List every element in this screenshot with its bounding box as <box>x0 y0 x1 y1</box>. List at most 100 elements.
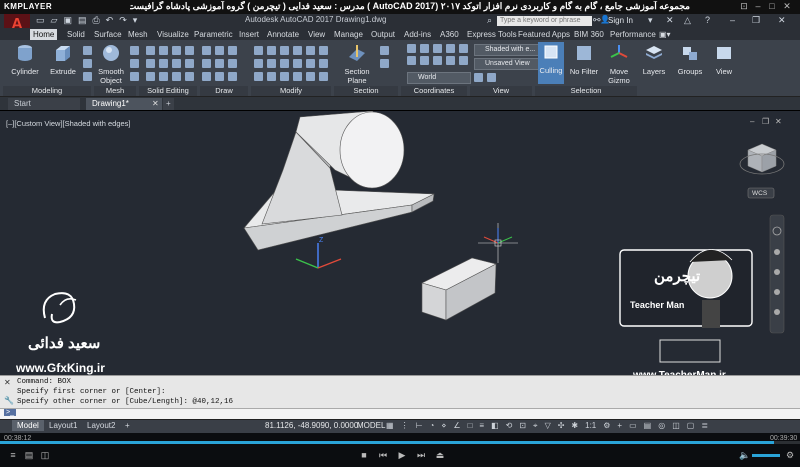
isolate-objects-icon[interactable]: ◎ <box>658 421 665 431</box>
a360-icon[interactable]: △ <box>684 15 691 26</box>
undo-icon[interactable]: ↶ <box>106 15 114 27</box>
exchange-icon[interactable]: ✕ <box>666 15 674 26</box>
pan-icon[interactable] <box>774 249 780 255</box>
zoom-icon[interactable] <box>774 269 780 275</box>
polysolid-icon[interactable] <box>83 46 92 55</box>
align-icon[interactable] <box>254 72 263 81</box>
close-icon[interactable]: ✕ <box>781 1 793 12</box>
layers-button[interactable]: Layers <box>640 43 668 76</box>
ribbon-minimize-icon[interactable]: ▣▾ <box>656 29 674 40</box>
maximize-icon[interactable]: □ <box>766 1 778 12</box>
smooth-object-button[interactable]: Smooth Object <box>96 43 126 85</box>
tab-express-tools[interactable]: Express Tools <box>464 29 520 40</box>
line-icon[interactable] <box>202 46 211 55</box>
polar-toggle-icon[interactable]: ◔ <box>430 421 435 431</box>
ucs-3point-icon[interactable] <box>446 44 455 53</box>
pin-icon[interactable]: ⊡ <box>738 1 750 12</box>
stretch-icon[interactable] <box>280 59 289 68</box>
erase-icon[interactable] <box>319 59 328 68</box>
culling-button[interactable]: Culling <box>538 42 564 84</box>
ucs-z-icon[interactable] <box>459 56 468 65</box>
player-stop-icon[interactable]: ■ <box>357 449 371 461</box>
viewport-minimize-icon[interactable]: – <box>750 117 754 126</box>
mesh-smooth-less-icon[interactable] <box>130 59 139 68</box>
ellipse-icon[interactable] <box>228 59 237 68</box>
presspull-icon[interactable] <box>83 59 92 68</box>
snap-toggle-icon[interactable]: ⋮ <box>401 421 409 431</box>
polygon-icon[interactable] <box>202 72 211 81</box>
panel-label-modify[interactable]: Modify <box>251 86 331 96</box>
tab-parametric[interactable]: Parametric <box>191 29 236 40</box>
command-close-icon[interactable]: ✕ <box>4 378 11 387</box>
file-tab-drawing1[interactable]: Drawing1* <box>86 98 162 110</box>
render-icon[interactable] <box>487 73 496 82</box>
3d-array-icon[interactable] <box>306 72 315 81</box>
copy-icon[interactable] <box>254 59 263 68</box>
tab-home[interactable]: Home <box>30 29 58 40</box>
help-icon[interactable]: ? <box>705 15 710 25</box>
spline-icon[interactable] <box>228 72 237 81</box>
slice-icon[interactable] <box>159 46 168 55</box>
tab-performance[interactable]: Performance <box>607 29 659 40</box>
array-icon[interactable] <box>293 59 302 68</box>
section-icon[interactable] <box>380 46 389 55</box>
visual-style-dropdown[interactable]: Shaded with e... <box>474 44 546 56</box>
mesh-smooth-more-icon[interactable] <box>130 46 139 55</box>
arc-icon[interactable] <box>202 59 211 68</box>
acad-restore-icon[interactable]: ❐ <box>752 15 760 26</box>
hardware-acceleration-icon[interactable]: ◫ <box>672 421 680 431</box>
ucs-object-icon[interactable] <box>459 44 468 53</box>
selection-filter-icon[interactable]: ▽ <box>545 421 551 431</box>
redo-icon[interactable]: ↷ <box>119 15 127 27</box>
shell-icon[interactable] <box>185 72 194 81</box>
signin-dropdown-icon[interactable]: ▾ <box>648 15 653 26</box>
lineweight-icon[interactable]: ≡ <box>479 421 484 431</box>
player-3d-icon[interactable]: ◫ <box>38 449 52 461</box>
layout-tab-add[interactable]: + <box>120 420 135 431</box>
annotation-monitor-icon[interactable]: + <box>617 421 622 431</box>
new-icon[interactable]: ▭ <box>36 15 45 27</box>
tab-surface[interactable]: Surface <box>91 29 125 40</box>
move-icon[interactable] <box>254 46 263 55</box>
move-gizmo-button[interactable]: Move Gizmo <box>604 43 634 85</box>
intersect-icon[interactable] <box>146 72 155 81</box>
tab-a360[interactable]: A360 <box>437 29 462 40</box>
join-icon[interactable] <box>319 72 328 81</box>
customization-icon[interactable]: ≣ <box>701 421 708 431</box>
ucs-y-icon[interactable] <box>446 56 455 65</box>
coordinate-readout[interactable]: 81.1126, -48.9090, 0.0000 <box>265 421 358 430</box>
3d-mirror-icon[interactable] <box>293 72 302 81</box>
3d-move-icon[interactable] <box>267 72 276 81</box>
groups-button[interactable]: Groups <box>676 43 704 76</box>
panel-label-draw[interactable]: Draw <box>200 86 248 96</box>
player-menu-icon[interactable]: ≡ <box>6 449 20 461</box>
ucs-world-icon[interactable] <box>420 44 429 53</box>
player-playlist-icon[interactable]: ▤ <box>22 449 36 461</box>
ucs-view-icon[interactable] <box>420 56 429 65</box>
section-plane-button[interactable]: Section Plane <box>340 43 374 85</box>
taper-faces-icon[interactable] <box>172 72 181 81</box>
annotation-visibility-icon[interactable]: ✱ <box>571 421 578 431</box>
gizmo-icon[interactable]: ✣ <box>558 421 565 431</box>
player-next-icon[interactable]: ⏭ <box>414 449 428 461</box>
player-open-icon[interactable]: ⏏ <box>433 449 447 461</box>
mesh-refine-icon[interactable] <box>130 72 139 81</box>
circle-icon[interactable] <box>228 46 237 55</box>
file-tab-close-icon[interactable]: ✕ <box>152 99 159 108</box>
layout-tab-model[interactable]: Model <box>12 420 44 431</box>
fillet-edge-icon[interactable] <box>185 59 194 68</box>
player-previous-icon[interactable]: ⏮ <box>376 449 390 461</box>
tab-featured-apps[interactable]: Featured Apps <box>515 29 573 40</box>
panel-label-section[interactable]: Section <box>334 86 398 96</box>
no-filter-button[interactable]: No Filter <box>568 43 600 76</box>
minimize-icon[interactable]: – <box>752 1 764 12</box>
acad-close-icon[interactable]: ✕ <box>778 15 786 26</box>
interfere-icon[interactable] <box>159 59 168 68</box>
qat-dropdown-icon[interactable]: ▾ <box>133 15 138 27</box>
tab-insert[interactable]: Insert <box>236 29 262 40</box>
player-volume-slider[interactable] <box>752 454 780 457</box>
layout-tab-layout2[interactable]: Layout2 <box>82 420 120 431</box>
orbit-icon[interactable] <box>774 289 780 295</box>
panel-label-selection[interactable]: Selection <box>535 86 637 96</box>
panel-label-view[interactable]: View <box>470 86 532 96</box>
